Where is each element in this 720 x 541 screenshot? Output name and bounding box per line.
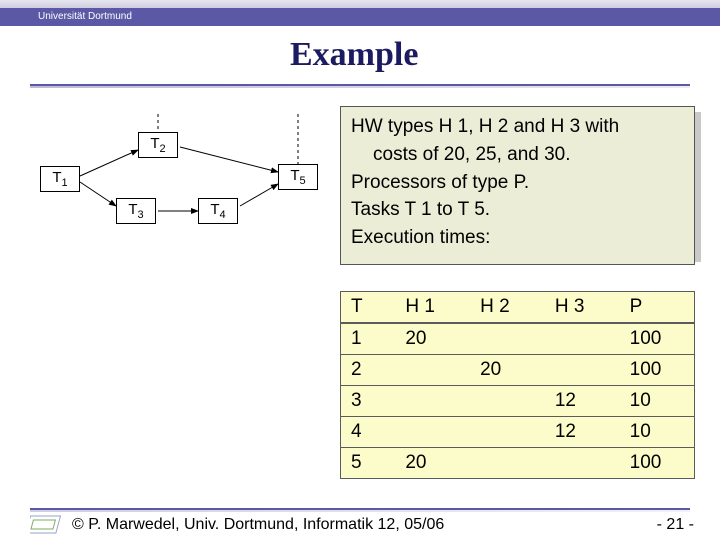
node-main: T (290, 167, 299, 184)
table-row: 4 12 10 (341, 417, 695, 448)
th-p: P (620, 292, 695, 324)
info-line-1a: HW types H 1, H 2 and H 3 with (351, 115, 684, 139)
cell: 20 (395, 448, 470, 479)
cell (395, 386, 470, 417)
info-box: HW types H 1, H 2 and H 3 with costs of … (340, 106, 695, 265)
node-sub: 1 (62, 177, 68, 189)
node-sub: 3 (138, 209, 144, 221)
info-line-2: Processors of type P. (351, 171, 684, 195)
cell (545, 355, 620, 386)
node-main: T (52, 169, 61, 186)
cell: 20 (395, 323, 470, 355)
th-h1: H 1 (395, 292, 470, 324)
title-rule-fade (30, 86, 690, 88)
cell (470, 417, 545, 448)
cell (545, 323, 620, 355)
th-t: T (341, 292, 396, 324)
th-h3: H 3 (545, 292, 620, 324)
logo-icon (30, 514, 64, 536)
graph-node-t2: T2 (138, 132, 178, 158)
cell (545, 448, 620, 479)
cell (470, 448, 545, 479)
page-title: Example (290, 36, 720, 74)
table-header-row: T H 1 H 2 H 3 P (341, 292, 695, 324)
node-main: T (128, 201, 137, 218)
info-line-1b: costs of 20, 25, and 30. (351, 143, 684, 167)
graph-node-t5: T5 (278, 164, 318, 190)
cell (395, 355, 470, 386)
table-row: 3 12 10 (341, 386, 695, 417)
cell (470, 386, 545, 417)
execution-time-table: T H 1 H 2 H 3 P 1 20 100 2 20 100 3 12 1… (340, 291, 695, 479)
cell: 10 (620, 417, 695, 448)
task-graph: T1 T2 T3 T4 T5 (30, 114, 330, 254)
cell: 3 (341, 386, 396, 417)
table-row: 5 20 100 (341, 448, 695, 479)
node-main: T (210, 201, 219, 218)
cell (395, 417, 470, 448)
table-row: 2 20 100 (341, 355, 695, 386)
footer-left: © P. Marwedel, Univ. Dortmund, Informati… (72, 516, 444, 534)
cell: 100 (620, 355, 695, 386)
header-bar: Universität Dortmund (0, 8, 720, 26)
th-h2: H 2 (470, 292, 545, 324)
table-row: 1 20 100 (341, 323, 695, 355)
cell: 12 (545, 386, 620, 417)
node-sub: 5 (300, 175, 306, 187)
cell: 20 (470, 355, 545, 386)
info-line-4: Execution times: (351, 226, 684, 250)
title-area: Example (0, 36, 720, 74)
graph-node-t1: T1 (40, 166, 80, 192)
cell: 100 (620, 323, 695, 355)
cell: 2 (341, 355, 396, 386)
top-decorative-band (0, 0, 720, 8)
cell: 1 (341, 323, 396, 355)
cell: 5 (341, 448, 396, 479)
cell (470, 323, 545, 355)
org-label: Universität Dortmund (38, 11, 132, 22)
info-line-3: Tasks T 1 to T 5. (351, 198, 684, 222)
graph-node-t4: T4 (198, 198, 238, 224)
cell: 4 (341, 417, 396, 448)
footer-rule-fade (30, 510, 690, 512)
node-sub: 2 (160, 143, 166, 155)
footer-right: - 21 - (657, 516, 694, 534)
cell: 100 (620, 448, 695, 479)
graph-node-t3: T3 (116, 198, 156, 224)
node-sub: 4 (220, 209, 226, 221)
cell: 10 (620, 386, 695, 417)
node-main: T (150, 135, 159, 152)
cell: 12 (545, 417, 620, 448)
